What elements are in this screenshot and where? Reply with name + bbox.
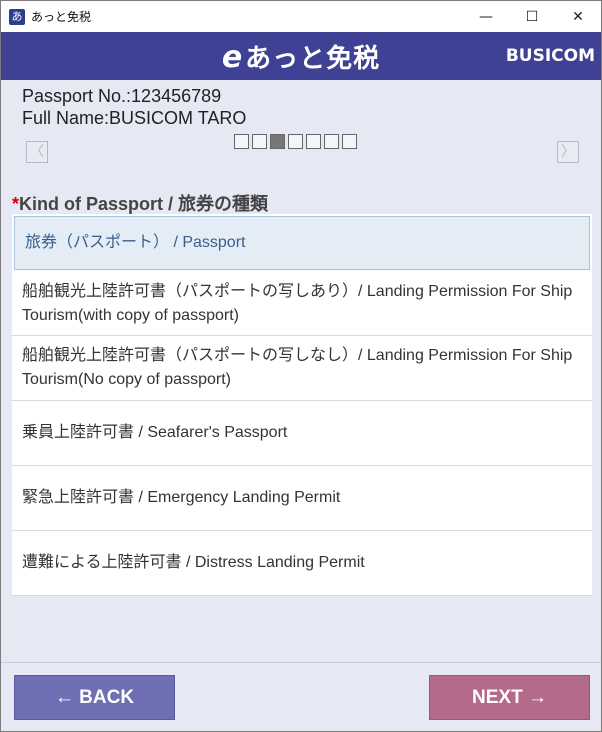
next-button[interactable]: NEXT → <box>429 675 590 720</box>
window-controls: — ☐ ✕ <box>463 1 601 32</box>
minimize-button[interactable]: — <box>463 1 509 32</box>
passport-info: Passport No.:123456789 Full Name:BUSICOM… <box>22 85 246 129</box>
title-bar: あ あっと免税 — ☐ ✕ <box>1 1 601 32</box>
step-dot <box>306 134 321 149</box>
passport-kind-option[interactable]: 船舶観光上陸許可書（パスポートの写しあり）/ Landing Permissio… <box>12 272 592 336</box>
chevron-left-icon: 〈 <box>30 144 44 160</box>
passport-kind-list: 旅券（パスポート） / Passport 船舶観光上陸許可書（パスポートの写しあり… <box>12 214 592 596</box>
minimize-icon: — <box>479 8 493 25</box>
maximize-button[interactable]: ☐ <box>509 1 555 32</box>
step-pager: 〈 〉 <box>1 131 601 175</box>
brand-name: BUSICOM <box>505 46 595 66</box>
step-dot <box>234 134 249 149</box>
required-mark: * <box>12 194 20 214</box>
logo-text: あっと免税 <box>245 43 381 74</box>
close-button[interactable]: ✕ <box>555 1 601 32</box>
step-dot <box>342 134 357 149</box>
app-window: あ あっと免税 — ☐ ✕ e あっと免税 BUSICOM Passport N… <box>0 0 602 732</box>
passport-number: Passport No.:123456789 <box>22 86 222 106</box>
step-indicator <box>234 134 357 149</box>
chevron-right-icon: 〉 <box>561 144 575 160</box>
app-logo: e あっと免税 <box>222 38 380 75</box>
passport-kind-option[interactable]: 船舶観光上陸許可書（パスポートの写しなし）/ Landing Permissio… <box>12 336 592 401</box>
option-label: 乗員上陸許可書 / Seafarer's Passport <box>22 424 288 441</box>
option-label: 船舶観光上陸許可書（パスポートの写しあり）/ Landing Permissio… <box>22 282 573 324</box>
maximize-icon: ☐ <box>525 8 539 25</box>
app-header: e あっと免税 BUSICOM <box>1 32 601 80</box>
step-dot <box>252 134 267 149</box>
logo-e: e <box>221 39 244 75</box>
option-label: 緊急上陸許可書 / Emergency Landing Permit <box>22 489 341 506</box>
close-icon: ✕ <box>572 8 584 25</box>
step-dot <box>270 134 285 149</box>
passport-kind-label: *Kind of Passport / 旅券の種類 <box>12 190 268 216</box>
option-label: 船舶観光上陸許可書（パスポートの写しなし）/ Landing Permissio… <box>22 347 573 388</box>
step-dot <box>324 134 339 149</box>
section-label-text: Kind of Passport / 旅券の種類 <box>19 194 269 214</box>
passport-kind-option[interactable]: 遭難による上陸許可書 / Distress Landing Permit <box>12 531 592 596</box>
passport-kind-option[interactable]: 乗員上陸許可書 / Seafarer's Passport <box>12 401 592 466</box>
back-button[interactable]: ← BACK <box>14 675 175 720</box>
app-icon: あ <box>9 8 25 25</box>
full-name: Full Name:BUSICOM TARO <box>22 108 247 128</box>
window-title: あっと免税 <box>31 10 92 24</box>
step-dot <box>288 134 303 149</box>
option-label: 旅券（パスポート） / Passport <box>25 234 246 251</box>
passport-kind-option[interactable]: 緊急上陸許可書 / Emergency Landing Permit <box>12 466 592 531</box>
option-label: 遭難による上陸許可書 / Distress Landing Permit <box>22 554 365 571</box>
passport-kind-option[interactable]: 旅券（パスポート） / Passport <box>14 216 590 270</box>
prev-step-button[interactable]: 〈 <box>26 141 48 163</box>
next-step-button[interactable]: 〉 <box>557 141 579 163</box>
footer-divider <box>1 662 601 663</box>
